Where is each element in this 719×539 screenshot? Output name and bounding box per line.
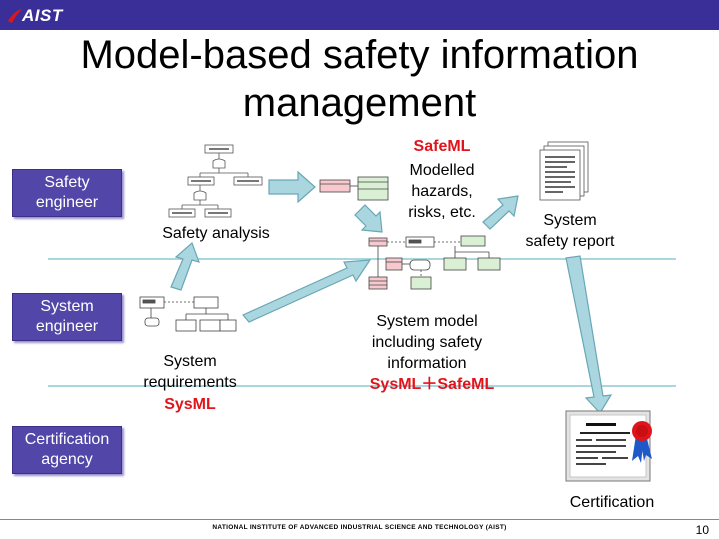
document-stack-icon xyxy=(539,141,589,201)
label-sysml: SysML xyxy=(164,396,216,413)
system-model-icon xyxy=(368,235,501,290)
label-sysml-safeml: SysML＋SafeML xyxy=(369,376,495,393)
footer-text: NATIONAL INSTITUTE OF ADVANCED INDUSTRIA… xyxy=(212,524,507,531)
label-sysmodel-2: including safety xyxy=(371,334,483,351)
arrow-safeml-to-sysmodel xyxy=(354,204,383,233)
arrow-report-to-cert xyxy=(565,255,613,414)
requirements-model-icon xyxy=(139,296,237,332)
label-req-2: requirements xyxy=(143,374,237,391)
certificate-icon xyxy=(565,410,652,482)
label-sysmodel-1: System model xyxy=(376,313,478,330)
label-modelled-1: Modelled xyxy=(409,162,475,179)
label-safeml: SafeML xyxy=(413,138,471,155)
label-certification: Certification xyxy=(569,494,655,511)
label-req-1: System xyxy=(163,353,217,370)
label-modelled-2: hazards, xyxy=(411,183,473,200)
fault-tree-icon xyxy=(168,144,263,218)
arrow-req-to-analysis xyxy=(170,241,200,291)
label-sysmodel-3: information xyxy=(387,355,467,372)
page-number: 10 xyxy=(695,523,709,537)
label-report-2: safety report xyxy=(525,233,615,250)
safeml-model-icon xyxy=(319,176,389,201)
label-report-1: System xyxy=(543,212,597,229)
label-modelled-3: risks, etc. xyxy=(408,204,476,221)
footer-divider xyxy=(0,519,719,520)
arrow-req-to-sysmodel xyxy=(242,259,372,323)
label-safety-analysis: Safety analysis xyxy=(162,225,270,242)
